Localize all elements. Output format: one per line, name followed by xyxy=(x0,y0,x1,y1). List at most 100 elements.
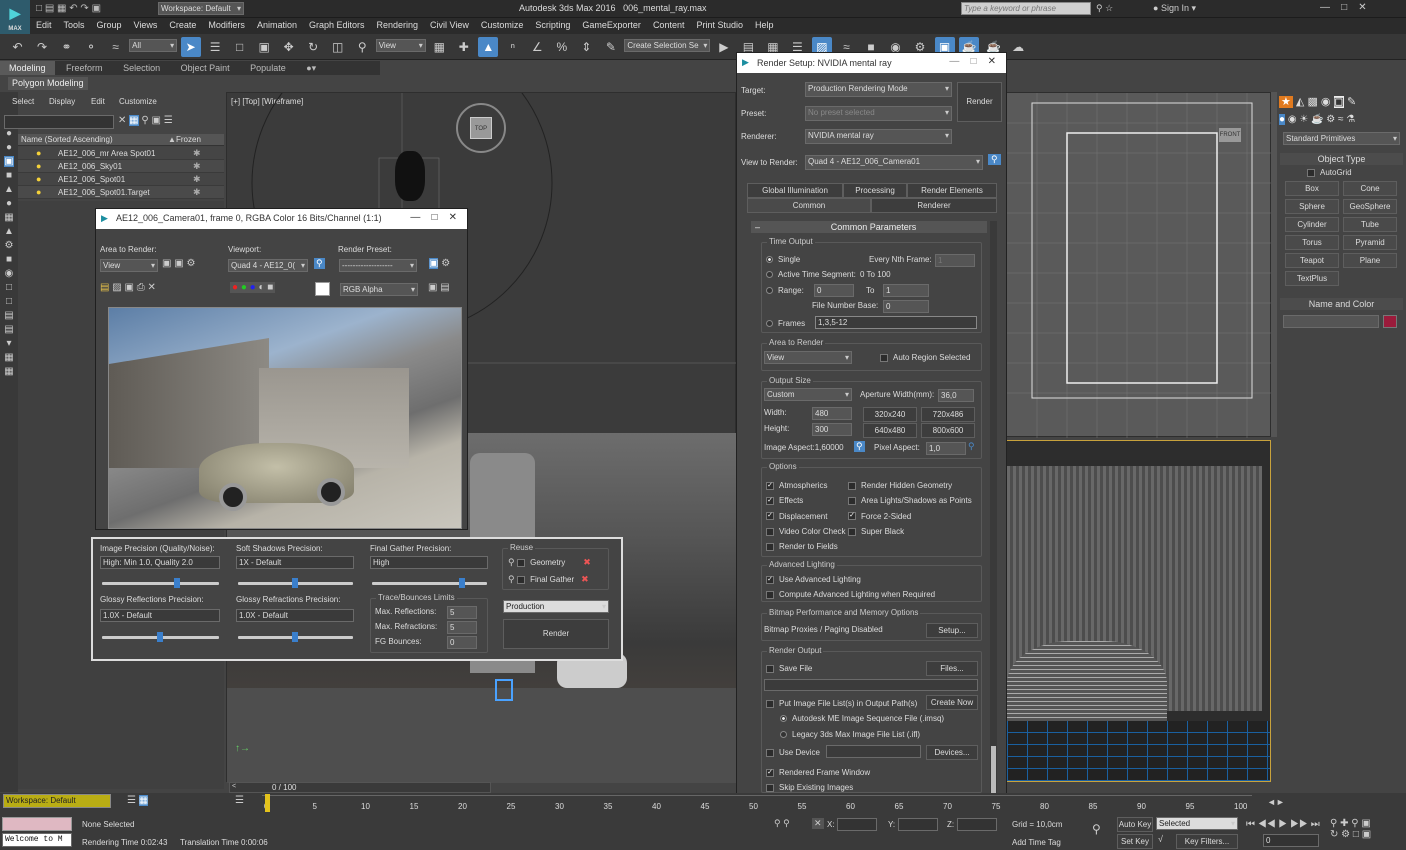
explorer-row[interactable]: ● AE12_006_Spot01 ✱ xyxy=(18,173,224,186)
preset-640-button[interactable]: 640x480 xyxy=(863,423,917,438)
command-panel-tabs[interactable]: ★ ◭ ▩ ◉ ▣ ✎ xyxy=(1277,92,1406,112)
set-key-button[interactable]: Set Key xyxy=(1117,834,1153,849)
select-manipulate-icon[interactable]: ✚ xyxy=(454,37,474,57)
tab-render-elements[interactable]: Render Elements xyxy=(907,183,997,198)
primitive-geosphere-button[interactable]: GeoSphere xyxy=(1343,199,1397,214)
reuse-geometry-row[interactable]: ⚲ Geometry ✖ xyxy=(508,557,591,568)
place-icon[interactable]: ⚲ xyxy=(352,37,372,57)
menu-group[interactable]: Group xyxy=(91,18,128,32)
z-coord-field[interactable] xyxy=(957,818,997,831)
menu-views[interactable]: Views xyxy=(128,18,164,32)
explorer-filter-icons[interactable]: ● ● ▣ ■ ▲ ● ▦ ▲ ⚙ ■ ◉ □ □ ▤ ▤ ▾ ▦ ▦ xyxy=(0,92,18,379)
output-path-field[interactable] xyxy=(764,679,978,691)
tab-selection[interactable]: Selection xyxy=(114,61,169,75)
explorer-row[interactable]: ● AE12_006_mr Area Spot01 ✱ xyxy=(18,147,224,160)
key-filters-button[interactable]: Key Filters... xyxy=(1176,834,1238,849)
clear-icon[interactable]: ✕ xyxy=(147,282,155,293)
lock-viewport-icon[interactable]: ⚲ xyxy=(314,258,325,269)
viewcube-top[interactable]: TOP xyxy=(470,117,492,139)
rendered-frame-window-checkbox[interactable]: ✓ Rendered Frame Window xyxy=(766,767,870,777)
option-video-color-check-checkbox[interactable]: Video Color Check xyxy=(766,524,846,539)
autogrid-checkbox[interactable]: AutoGrid xyxy=(1277,165,1406,179)
angle-snap-icon[interactable]: ∠ xyxy=(527,37,547,57)
primitive-teapot-button[interactable]: Teapot xyxy=(1285,253,1339,268)
menu-civil-view[interactable]: Civil View xyxy=(424,18,475,32)
dialog-scrollbar[interactable] xyxy=(990,221,997,801)
edit-named-sel-icon[interactable]: ✎ xyxy=(601,37,621,57)
add-time-tag[interactable]: Add Time Tag xyxy=(1012,838,1061,847)
create-category-icons[interactable]: ● ◉ ☀ ☕ ⚙ ≈ ⚗ xyxy=(1277,112,1406,130)
option-displacement-checkbox[interactable]: ✓ Displacement xyxy=(766,509,846,524)
viewport-nav-icons[interactable]: ⚲ ✚ ⚲ ▣ ↻ ⚙ □ ▣ xyxy=(1330,818,1371,840)
print-icon[interactable]: ⎙ xyxy=(137,282,145,293)
option-force-2-sided-checkbox[interactable]: ✓ Force 2-Sided xyxy=(848,509,972,524)
soft-shadows-slider[interactable] xyxy=(238,578,353,588)
option-effects-checkbox[interactable]: ✓ Effects xyxy=(766,493,846,508)
fg-bounces-spinner[interactable]: 0 xyxy=(447,636,477,649)
preset-dropdown[interactable]: No preset selected xyxy=(805,106,952,121)
color-swatch[interactable] xyxy=(315,282,330,296)
ref-coord-dropdown[interactable]: View xyxy=(375,39,426,52)
area-dropdown[interactable]: View xyxy=(764,351,852,364)
single-radio[interactable]: Single xyxy=(766,254,800,264)
device-field[interactable] xyxy=(826,745,921,758)
viewcube-ring[interactable]: TOP xyxy=(456,103,506,153)
track-view-icon[interactable]: ☰ xyxy=(235,795,244,806)
glossy-refr-value[interactable]: 1.0X - Default xyxy=(236,609,354,622)
pixel-aspect-spinner[interactable]: 1,0 xyxy=(926,442,966,455)
menu-rendering[interactable]: Rendering xyxy=(371,18,425,32)
render-setup-controls[interactable]: — □ ✕ xyxy=(949,56,996,67)
menu-help[interactable]: Help xyxy=(749,18,780,32)
primitive-box-button[interactable]: Box xyxy=(1285,181,1339,196)
glossy-refr-slider[interactable] xyxy=(238,632,353,642)
bind-spacewarp-icon[interactable]: ≈ xyxy=(106,37,126,57)
menu-print-studio[interactable]: Print Studio xyxy=(690,18,749,32)
polygon-modeling-tab[interactable]: Polygon Modeling xyxy=(8,77,88,90)
redo-icon[interactable]: ↷ xyxy=(32,37,52,57)
devices-button[interactable]: Devices... xyxy=(926,745,978,760)
height-spinner[interactable]: 300 xyxy=(812,423,852,436)
explorer-tools-icons[interactable]: ✕ ▦ ⚲ ▣ ☰ xyxy=(118,115,173,126)
max-refr-spinner[interactable]: 5 xyxy=(447,621,477,634)
keyboard-shortcut-icon[interactable]: ▲ xyxy=(478,37,499,57)
layer-stack-icons[interactable]: ☰ ▦ xyxy=(127,795,149,806)
reuse-fg-row[interactable]: ⚲ Final Gather ✖ xyxy=(508,574,589,585)
auto-region-checkbox[interactable]: Auto Region Selected xyxy=(880,352,970,362)
percent-snap-icon[interactable]: % xyxy=(552,37,572,57)
option-super-black-checkbox[interactable]: Super Black xyxy=(848,524,972,539)
search-input[interactable]: Type a keyword or phrase xyxy=(961,2,1091,15)
quick-access-icons[interactable]: □ ▤ ▦ ↶ ↷ ▣ xyxy=(36,3,101,14)
lock-aspect-icon[interactable]: ⚲ xyxy=(854,441,865,452)
width-spinner[interactable]: 480 xyxy=(812,407,852,420)
menu-graph-editors[interactable]: Graph Editors xyxy=(303,18,371,32)
primitive-tube-button[interactable]: Tube xyxy=(1343,217,1397,232)
file-number-base-spinner[interactable]: 0 xyxy=(883,300,929,313)
renderer-dropdown[interactable]: NVIDIA mental ray xyxy=(805,129,952,144)
freeze-icon[interactable]: ✱ xyxy=(193,147,201,160)
workspace-dropdown[interactable]: Workspace: Default xyxy=(158,2,244,15)
option-render-hidden-geometry-checkbox[interactable]: Render Hidden Geometry xyxy=(848,478,972,493)
snap-icon[interactable]: ⁿ xyxy=(503,37,523,57)
a360-icon[interactable]: ☁ xyxy=(1008,37,1028,57)
use-advanced-lighting-checkbox[interactable]: ✓ Use Advanced Lighting xyxy=(766,574,861,584)
search-icon[interactable]: ⚲ ☆ xyxy=(1096,3,1113,14)
render-setup-render-button[interactable]: Render xyxy=(957,82,1002,122)
menu-customize[interactable]: Customize xyxy=(475,18,530,32)
explorer-search-input[interactable] xyxy=(4,115,114,129)
use-device-checkbox[interactable]: Use Device xyxy=(766,747,820,757)
tab-global-illumination[interactable]: Global Illumination xyxy=(747,183,843,198)
menu-content[interactable]: Content xyxy=(647,18,691,32)
object-color-swatch[interactable] xyxy=(1383,315,1397,328)
tree-object[interactable] xyxy=(395,151,425,201)
maxscript-listener-top[interactable] xyxy=(2,817,72,831)
preset-720-button[interactable]: 720x486 xyxy=(921,407,975,422)
name-color-rollout[interactable]: Name and Color xyxy=(1280,298,1403,310)
window-crossing-icon[interactable]: ▣ xyxy=(254,37,274,57)
option-render-to-fields-checkbox[interactable]: Render to Fields xyxy=(766,539,846,554)
lock-pixel-aspect-icon[interactable]: ⚲ xyxy=(968,441,975,452)
aperture-spinner[interactable]: 36,0 xyxy=(938,389,974,402)
put-image-list-checkbox[interactable]: Put Image File List(s) in Output Path(s) xyxy=(766,698,917,708)
playback-controls[interactable]: ⏮ ◀◀ ▶ ▶▶ ⏭ xyxy=(1246,819,1320,830)
view-to-render-dropdown[interactable]: Quad 4 - AE12_006_Camera01 xyxy=(805,155,983,170)
tab-freeform[interactable]: Freeform xyxy=(57,61,112,75)
